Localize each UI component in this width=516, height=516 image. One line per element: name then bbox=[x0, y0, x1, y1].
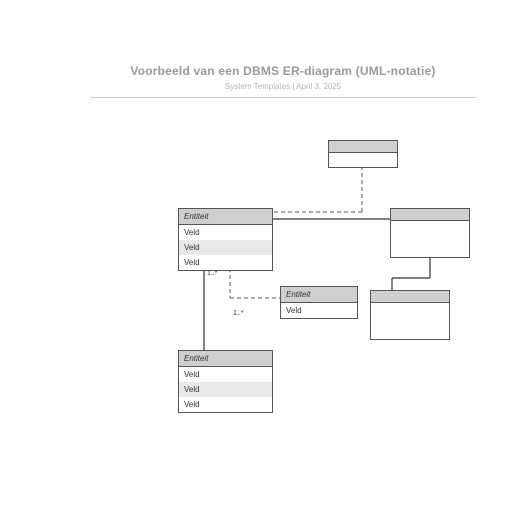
entity-left-field-0: Veld bbox=[179, 225, 272, 240]
entity-left: Entiteit Veld Veld Veld bbox=[178, 208, 273, 271]
entity-right-lower bbox=[370, 290, 450, 340]
entity-bottom-field-2: Veld bbox=[179, 397, 272, 412]
cardinality-left-center: 1..* bbox=[233, 310, 244, 317]
entity-bottom-field-0: Veld bbox=[179, 367, 272, 382]
entity-left-field-1: Veld bbox=[179, 240, 272, 255]
cardinality-left-bottom: 1..* bbox=[207, 270, 218, 277]
entity-top-header bbox=[329, 141, 397, 153]
entity-right-header bbox=[391, 209, 469, 221]
entity-bottom-header: Entiteit bbox=[179, 351, 272, 367]
entity-bottom: Entiteit Veld Veld Veld bbox=[178, 350, 273, 413]
entity-bottom-field-1: Veld bbox=[179, 382, 272, 397]
entity-right-body bbox=[391, 221, 469, 257]
entity-top-body bbox=[329, 153, 397, 167]
entity-center: Entiteit Veld bbox=[280, 286, 358, 319]
entity-top bbox=[328, 140, 398, 168]
entity-right-lower-header bbox=[371, 291, 449, 303]
diagram-canvas: Entiteit Veld Veld Veld Entiteit Veld En… bbox=[0, 0, 516, 516]
entity-left-field-2: Veld bbox=[179, 255, 272, 270]
entity-center-header: Entiteit bbox=[281, 287, 357, 303]
entity-right-lower-body bbox=[371, 303, 449, 339]
entity-left-header: Entiteit bbox=[179, 209, 272, 225]
entity-center-field-0: Veld bbox=[281, 303, 357, 318]
entity-right bbox=[390, 208, 470, 258]
